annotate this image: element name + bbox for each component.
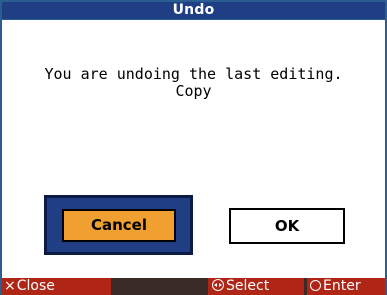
- footer-bar: ×Close Select Enter: [2, 278, 385, 295]
- select-button[interactable]: Select: [208, 278, 304, 295]
- dialog-message: You are undoing the last editing. Copy: [2, 66, 385, 100]
- cancel-button[interactable]: Cancel: [62, 209, 176, 242]
- close-x-icon: ×: [4, 278, 16, 294]
- close-button[interactable]: ×Close: [2, 278, 111, 295]
- message-line-2: Copy: [175, 82, 212, 100]
- undo-dialog: Undo You are undoing the last editing. C…: [0, 0, 387, 295]
- select-label: Select: [226, 278, 270, 294]
- enter-button[interactable]: Enter: [307, 278, 385, 295]
- cancel-focus-frame: Cancel: [44, 195, 193, 255]
- close-label: Close: [16, 278, 55, 294]
- enter-label: Enter: [323, 278, 361, 294]
- circle-icon: [310, 280, 321, 291]
- dialog-title: Undo: [2, 2, 385, 20]
- dial-left-right-icon: [212, 279, 224, 291]
- ok-button[interactable]: OK: [229, 208, 345, 244]
- message-line-1: You are undoing the last editing.: [44, 65, 343, 83]
